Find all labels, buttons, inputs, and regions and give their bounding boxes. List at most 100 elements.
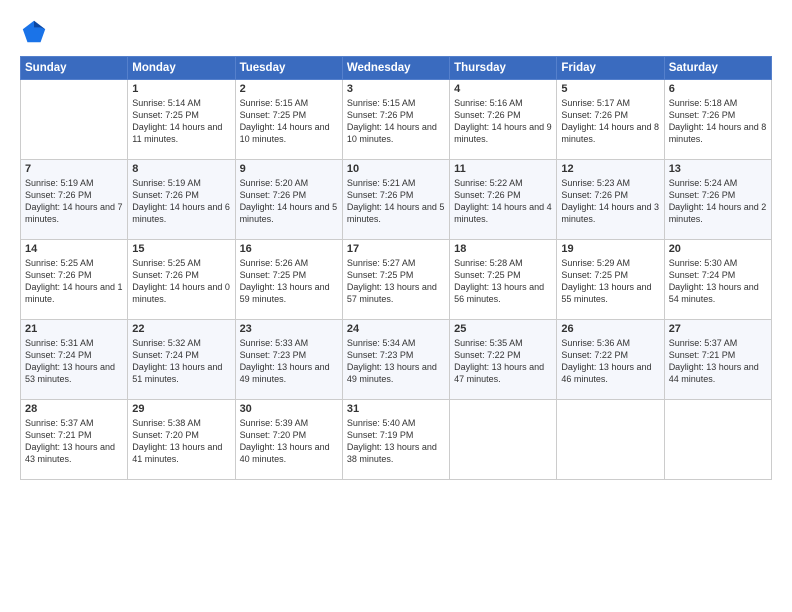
- calendar-cell: 7Sunrise: 5:19 AMSunset: 7:26 PMDaylight…: [21, 160, 128, 240]
- day-number: 25: [454, 323, 552, 335]
- day-number: 18: [454, 243, 552, 255]
- day-number: 27: [669, 323, 767, 335]
- day-number: 9: [240, 163, 338, 175]
- day-info: Sunrise: 5:37 AMSunset: 7:21 PMDaylight:…: [669, 337, 767, 386]
- weekday-header: Wednesday: [342, 57, 449, 80]
- day-info: Sunrise: 5:24 AMSunset: 7:26 PMDaylight:…: [669, 177, 767, 226]
- calendar-cell: 9 Sunrise: 5:20 AMSunset: 7:26 PMDaylight…: [235, 160, 342, 240]
- day-info: Sunrise: 5:19 AMSunset: 7:26 PMDaylight:…: [25, 177, 123, 226]
- day-number: 11: [454, 163, 552, 175]
- day-number: 24: [347, 323, 445, 335]
- calendar-cell: 6Sunrise: 5:18 AMSunset: 7:26 PMDaylight…: [664, 80, 771, 160]
- calendar-cell: 19 Sunrise: 5:29 AMSunset: 7:25 PMDayligh…: [557, 240, 664, 320]
- calendar-cell: 24 Sunrise: 5:34 AMSunset: 7:23 PMDayligh…: [342, 320, 449, 400]
- calendar-cell: 12 Sunrise: 5:23 AMSunset: 7:26 PMDayligh…: [557, 160, 664, 240]
- day-number: 17: [347, 243, 445, 255]
- day-info: Sunrise: 5:23 AMSunset: 7:26 PMDaylight:…: [561, 177, 659, 226]
- day-info: Sunrise: 5:28 AMSunset: 7:25 PMDaylight:…: [454, 257, 552, 306]
- weekday-header: Monday: [128, 57, 235, 80]
- weekday-header: Tuesday: [235, 57, 342, 80]
- calendar-cell: 22 Sunrise: 5:32 AMSunset: 7:24 PMDayligh…: [128, 320, 235, 400]
- calendar-cell: 15 Sunrise: 5:25 AMSunset: 7:26 PMDayligh…: [128, 240, 235, 320]
- day-number: 28: [25, 403, 123, 415]
- calendar-cell: 31 Sunrise: 5:40 AMSunset: 7:19 PMDayligh…: [342, 400, 449, 480]
- calendar-cell: 26 Sunrise: 5:36 AMSunset: 7:22 PMDayligh…: [557, 320, 664, 400]
- day-number: 21: [25, 323, 123, 335]
- day-info: Sunrise: 5:15 AMSunset: 7:26 PMDaylight:…: [347, 97, 445, 146]
- calendar-cell: 3 Sunrise: 5:15 AMSunset: 7:26 PMDaylight…: [342, 80, 449, 160]
- day-info: Sunrise: 5:39 AMSunset: 7:20 PMDaylight:…: [240, 417, 338, 466]
- calendar-week-row: 14 Sunrise: 5:25 AMSunset: 7:26 PMDayligh…: [21, 240, 772, 320]
- day-number: 26: [561, 323, 659, 335]
- calendar-cell: 10 Sunrise: 5:21 AMSunset: 7:26 PMDayligh…: [342, 160, 449, 240]
- day-number: 16: [240, 243, 338, 255]
- day-number: 6: [669, 83, 767, 95]
- day-number: 5: [561, 83, 659, 95]
- calendar-cell: 25 Sunrise: 5:35 AMSunset: 7:22 PMDayligh…: [450, 320, 557, 400]
- weekday-header: Sunday: [21, 57, 128, 80]
- day-info: Sunrise: 5:31 AMSunset: 7:24 PMDaylight:…: [25, 337, 123, 386]
- day-number: 2: [240, 83, 338, 95]
- calendar-cell: [664, 400, 771, 480]
- day-info: Sunrise: 5:36 AMSunset: 7:22 PMDaylight:…: [561, 337, 659, 386]
- day-info: Sunrise: 5:35 AMSunset: 7:22 PMDaylight:…: [454, 337, 552, 386]
- weekday-header: Friday: [557, 57, 664, 80]
- header-row: SundayMondayTuesdayWednesdayThursdayFrid…: [21, 57, 772, 80]
- calendar-cell: 17 Sunrise: 5:27 AMSunset: 7:25 PMDayligh…: [342, 240, 449, 320]
- day-info: Sunrise: 5:27 AMSunset: 7:25 PMDaylight:…: [347, 257, 445, 306]
- calendar-week-row: 28 Sunrise: 5:37 AMSunset: 7:21 PMDayligh…: [21, 400, 772, 480]
- day-number: 14: [25, 243, 123, 255]
- day-info: Sunrise: 5:14 AMSunset: 7:25 PMDaylight:…: [132, 97, 230, 146]
- day-info: Sunrise: 5:34 AMSunset: 7:23 PMDaylight:…: [347, 337, 445, 386]
- day-info: Sunrise: 5:16 AMSunset: 7:26 PMDaylight:…: [454, 97, 552, 146]
- day-number: 10: [347, 163, 445, 175]
- calendar-cell: 8Sunrise: 5:19 AMSunset: 7:26 PMDaylight…: [128, 160, 235, 240]
- day-number: 31: [347, 403, 445, 415]
- calendar-cell: 28 Sunrise: 5:37 AMSunset: 7:21 PMDayligh…: [21, 400, 128, 480]
- day-info: Sunrise: 5:22 AMSunset: 7:26 PMDaylight:…: [454, 177, 552, 226]
- day-number: 15: [132, 243, 230, 255]
- day-info: Sunrise: 5:30 AMSunset: 7:24 PMDaylight:…: [669, 257, 767, 306]
- day-info: Sunrise: 5:40 AMSunset: 7:19 PMDaylight:…: [347, 417, 445, 466]
- day-number: 23: [240, 323, 338, 335]
- day-info: Sunrise: 5:38 AMSunset: 7:20 PMDaylight:…: [132, 417, 230, 466]
- logo: [20, 18, 52, 46]
- day-info: Sunrise: 5:25 AMSunset: 7:26 PMDaylight:…: [25, 257, 123, 306]
- calendar-cell: 29Sunrise: 5:38 AMSunset: 7:20 PMDayligh…: [128, 400, 235, 480]
- day-number: 20: [669, 243, 767, 255]
- day-info: Sunrise: 5:21 AMSunset: 7:26 PMDaylight:…: [347, 177, 445, 226]
- weekday-header: Saturday: [664, 57, 771, 80]
- day-number: 12: [561, 163, 659, 175]
- calendar-cell: [450, 400, 557, 480]
- calendar-week-row: 21 Sunrise: 5:31 AMSunset: 7:24 PMDayligh…: [21, 320, 772, 400]
- day-number: 22: [132, 323, 230, 335]
- day-number: 19: [561, 243, 659, 255]
- calendar-cell: 5 Sunrise: 5:17 AMSunset: 7:26 PMDaylight…: [557, 80, 664, 160]
- day-number: 3: [347, 83, 445, 95]
- weekday-header: Thursday: [450, 57, 557, 80]
- calendar-cell: 11 Sunrise: 5:22 AMSunset: 7:26 PMDayligh…: [450, 160, 557, 240]
- day-info: Sunrise: 5:25 AMSunset: 7:26 PMDaylight:…: [132, 257, 230, 306]
- day-info: Sunrise: 5:17 AMSunset: 7:26 PMDaylight:…: [561, 97, 659, 146]
- calendar-cell: 13 Sunrise: 5:24 AMSunset: 7:26 PMDayligh…: [664, 160, 771, 240]
- day-info: Sunrise: 5:33 AMSunset: 7:23 PMDaylight:…: [240, 337, 338, 386]
- calendar-cell: 30 Sunrise: 5:39 AMSunset: 7:20 PMDayligh…: [235, 400, 342, 480]
- calendar-cell: 21 Sunrise: 5:31 AMSunset: 7:24 PMDayligh…: [21, 320, 128, 400]
- day-info: Sunrise: 5:26 AMSunset: 7:25 PMDaylight:…: [240, 257, 338, 306]
- day-number: 30: [240, 403, 338, 415]
- calendar-cell: 20 Sunrise: 5:30 AMSunset: 7:24 PMDayligh…: [664, 240, 771, 320]
- day-number: 13: [669, 163, 767, 175]
- day-info: Sunrise: 5:37 AMSunset: 7:21 PMDaylight:…: [25, 417, 123, 466]
- day-info: Sunrise: 5:29 AMSunset: 7:25 PMDaylight:…: [561, 257, 659, 306]
- calendar-cell: 4Sunrise: 5:16 AMSunset: 7:26 PMDaylight…: [450, 80, 557, 160]
- calendar-cell: 16 Sunrise: 5:26 AMSunset: 7:25 PMDayligh…: [235, 240, 342, 320]
- header: [20, 18, 772, 46]
- day-info: Sunrise: 5:15 AMSunset: 7:25 PMDaylight:…: [240, 97, 338, 146]
- calendar-week-row: 1 Sunrise: 5:14 AMSunset: 7:25 PMDaylight…: [21, 80, 772, 160]
- calendar-week-row: 7Sunrise: 5:19 AMSunset: 7:26 PMDaylight…: [21, 160, 772, 240]
- day-info: Sunrise: 5:32 AMSunset: 7:24 PMDaylight:…: [132, 337, 230, 386]
- day-info: Sunrise: 5:20 AMSunset: 7:26 PMDaylight:…: [240, 177, 338, 226]
- calendar-cell: [557, 400, 664, 480]
- day-info: Sunrise: 5:19 AMSunset: 7:26 PMDaylight:…: [132, 177, 230, 226]
- day-number: 1: [132, 83, 230, 95]
